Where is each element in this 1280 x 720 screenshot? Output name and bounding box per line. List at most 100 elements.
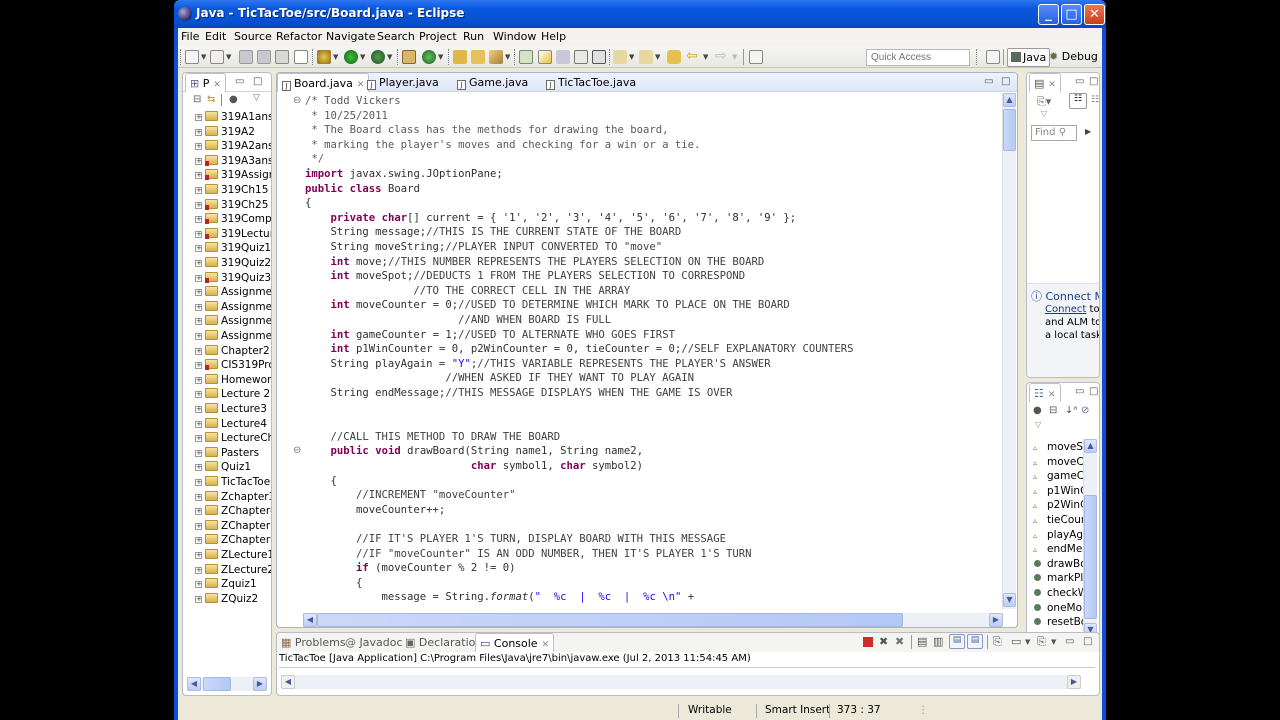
project-item[interactable]: +319Lectur [195,227,271,242]
minimize-view-icon[interactable]: ▭ [1075,76,1084,87]
pin-console-icon[interactable]: ⎘ [993,635,1002,649]
open-perspective-icon[interactable] [986,50,1000,64]
expand-icon[interactable]: + [195,566,202,574]
tab-board-java[interactable]: J Board.java ✕ [277,73,370,92]
tab-tictactoe-java[interactable]: J TicTacToe.java [542,73,640,92]
outline-item[interactable]: markPla [1033,572,1090,586]
outline-item[interactable]: drawBo [1033,558,1087,572]
expand-icon[interactable]: + [195,128,202,136]
external-tools-icon[interactable] [371,50,385,64]
minimize-button[interactable]: _ [1038,4,1059,25]
expand-icon[interactable]: + [195,201,202,209]
project-item[interactable]: + Zchapter3 [195,490,271,505]
maximize-button[interactable]: □ [1061,4,1082,25]
expand-icon[interactable]: + [195,406,202,413]
clear-console-icon[interactable]: ▤ [917,635,927,648]
expand-icon[interactable]: + [195,274,202,282]
link-with-editor-icon[interactable]: ⇆ [207,94,215,105]
remove-launch-icon[interactable]: ✖ [879,635,888,648]
collapse-all-icon[interactable]: ⊟ [1049,405,1057,416]
tab-game-java[interactable]: J Game.java [453,73,532,92]
outline-item[interactable]: ▵ gameCo [1033,470,1091,484]
scroll-thumb[interactable] [317,613,903,627]
expand-icon[interactable]: + [195,347,202,355]
editor-hscrollbar[interactable]: ◀ ▶ [303,613,1003,627]
show-on-stderr-icon[interactable]: ▤ [967,634,983,649]
open-type-icon[interactable] [453,50,467,64]
fold-toggle-icon[interactable]: ⊖ [293,95,301,106]
next-annotation-icon[interactable] [613,50,627,64]
hide-fields-icon[interactable]: ⊘ [1081,405,1089,416]
project-item[interactable]: +319Quiz3A [195,271,271,286]
display-console-icon[interactable]: ▭ [1011,635,1021,648]
outline-item[interactable]: oneMor [1033,602,1086,616]
console-hscrollbar[interactable]: ◀ ▶ [281,675,1081,689]
display-console-dropdown-icon[interactable]: ▼ [1025,638,1030,646]
tab-problems[interactable]: ▦ Problems [277,633,350,652]
project-item[interactable]: +319Quiz1 [195,242,271,256]
scroll-right-button[interactable]: ▶ [989,613,1003,627]
debug-perspective-button[interactable]: ✹ Debug [1046,48,1101,67]
project-item[interactable]: + Assignmen [195,330,271,344]
expand-icon[interactable]: + [195,260,202,267]
debug-icon[interactable] [317,50,331,64]
outline-item[interactable]: ▵ playAga [1033,529,1090,543]
expand-icon[interactable]: + [195,376,202,384]
outline-item[interactable]: resetBo [1033,616,1087,630]
toggle-mark-icon[interactable] [294,50,308,64]
fold-toggle-icon[interactable]: ⊖ [293,445,301,456]
scroll-down-button[interactable]: ▼ [1003,593,1016,607]
focus-task-icon[interactable]: ● [229,94,238,105]
tab-javadoc[interactable]: @ Javadoc [341,633,407,652]
project-item[interactable]: + ZChapter6 [195,534,271,548]
view-menu-icon[interactable]: ▽ [1041,109,1047,118]
search-icon[interactable] [489,50,503,64]
outline-item[interactable]: ▵ p1WinC [1033,485,1087,499]
block-selection-icon[interactable] [556,50,570,64]
outline-item[interactable]: ▵ endMes [1033,543,1088,557]
project-item[interactable]: + Homework [195,373,271,388]
project-item[interactable]: + Assignmen [195,315,271,329]
close-tab-icon[interactable]: ✕ [213,80,221,90]
expand-icon[interactable]: + [195,187,202,194]
run-icon[interactable] [344,50,358,64]
minimize-view-icon[interactable]: ▭ [1075,386,1084,397]
new-java-project-icon[interactable] [402,50,416,64]
expand-icon[interactable]: + [195,303,202,311]
scheduled-icon[interactable]: ☷ [1091,95,1099,105]
toolbar-grip[interactable] [180,49,181,65]
menu-edit[interactable]: Edit [205,30,226,43]
project-item[interactable]: + ZChapter4 [195,505,271,519]
outline-item[interactable]: checkW [1033,587,1088,601]
expand-icon[interactable]: + [195,479,202,486]
show-on-stdout-icon[interactable]: ▤ [949,634,965,649]
scroll-thumb[interactable] [1084,495,1097,619]
menu-source[interactable]: Source [234,30,272,43]
project-item[interactable]: +319A1answ [195,111,271,125]
menu-file[interactable]: File [181,30,199,43]
java-perspective-button[interactable]: Java [1007,48,1051,67]
project-item[interactable]: +319Ch15 [195,184,268,198]
project-item[interactable]: +319Compa [195,213,271,227]
close-tab-icon[interactable]: ✕ [1048,80,1056,90]
expand-icon[interactable]: + [195,581,202,589]
minimize-view-icon[interactable]: ▭ [1065,636,1074,647]
project-item[interactable]: +319A2answ [195,140,271,154]
new-class-icon[interactable] [422,50,436,64]
insert-mode-status[interactable]: Smart Insert [765,704,830,716]
scroll-thumb[interactable] [203,677,231,691]
next-annotation-dropdown-icon[interactable]: ▼ [629,53,634,61]
project-item[interactable]: + Quiz1 [195,461,251,475]
project-item[interactable]: +319Quiz2A [195,257,271,271]
outline-item[interactable]: ▵ moveCo [1033,456,1090,470]
outline-vscrollbar[interactable]: ▲ ▼ [1083,439,1097,637]
expand-icon[interactable]: + [195,449,202,457]
outline-item[interactable]: ▵ p2WinC [1033,499,1087,513]
project-item[interactable]: + Assignmen [195,286,271,300]
maximize-editor-icon[interactable]: □ [1001,76,1010,87]
menu-search[interactable]: Search [377,30,415,43]
scroll-left-button[interactable]: ◀ [281,675,295,689]
new-icon[interactable] [185,50,199,64]
project-item[interactable]: +319A3answ [195,154,271,169]
scroll-right-button[interactable]: ▶ [1067,675,1081,689]
